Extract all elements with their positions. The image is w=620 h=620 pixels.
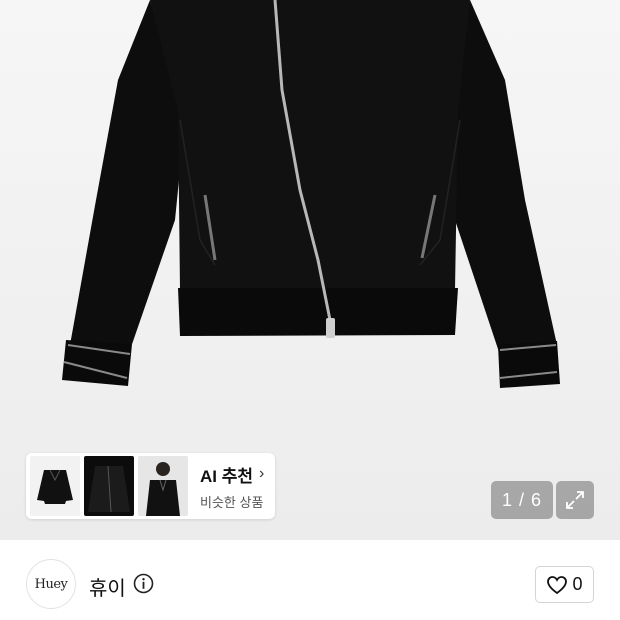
info-circle-icon[interactable] (133, 573, 154, 594)
shop-logo-text: Huey (34, 576, 68, 592)
model-wearing-jacket-thumbnail[interactable] (138, 456, 188, 516)
expand-arrows-icon (566, 491, 584, 509)
like-button[interactable]: 0 (535, 566, 594, 603)
ai-recommend-panel[interactable]: AI 추천 › 비슷한 상품 (26, 453, 275, 519)
heart-outline-icon (547, 575, 568, 594)
jacket-front-thumbnail[interactable] (30, 456, 80, 516)
expand-button[interactable] (556, 481, 594, 519)
image-page-indicator: 1 / 6 (491, 481, 553, 519)
ai-recommend-title: AI 추천 (200, 466, 254, 486)
shop-logo[interactable]: Huey (26, 559, 76, 609)
jacket-dark-thumbnail[interactable] (84, 456, 134, 516)
chevron-right-icon: › (259, 465, 265, 482)
product-image-gallery[interactable]: AI 추천 › 비슷한 상품 1 / 6 (0, 0, 620, 540)
like-count: 0 (572, 574, 583, 594)
ai-recommend-subtitle: 비슷한 상품 (200, 494, 264, 510)
ai-recommend-text[interactable]: AI 추천 › 비슷한 상품 (200, 462, 264, 511)
shop-name[interactable]: 휴이 (89, 572, 126, 601)
